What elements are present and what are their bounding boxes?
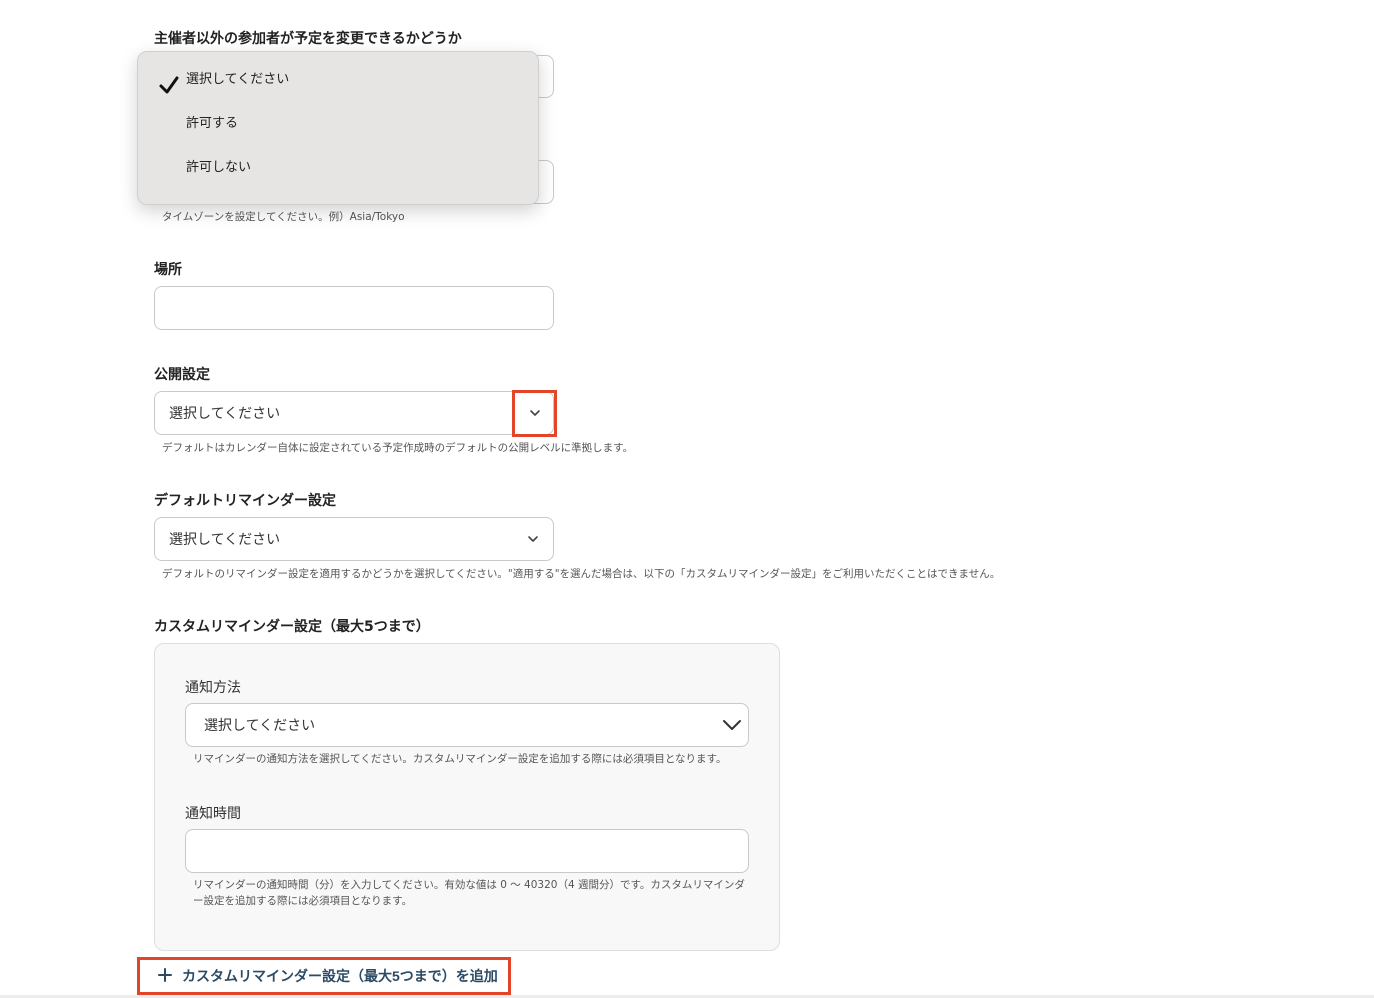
organizer-edit-dropdown-menu: 選択してください 許可する 許可しない xyxy=(137,51,539,205)
visibility-value: 選択してください xyxy=(169,406,281,422)
notify-method-select[interactable]: 選択してください xyxy=(185,703,749,747)
chevron-down-icon xyxy=(722,718,742,732)
dropdown-option-select[interactable]: 選択してください xyxy=(186,68,289,87)
notify-time-label: 通知時間 xyxy=(185,806,241,822)
notify-time-input[interactable] xyxy=(185,829,749,873)
chevron-down-icon xyxy=(527,533,539,545)
location-input[interactable] xyxy=(154,286,554,330)
add-custom-reminder-button[interactable]: カスタムリマインダー設定（最大5つまで）を追加 xyxy=(137,957,511,995)
visibility-help: デフォルトはカレンダー自体に設定されている予定作成時のデフォルトの公開レベルに準… xyxy=(162,442,634,454)
default-reminder-label: デフォルトリマインダー設定 xyxy=(154,493,336,509)
add-custom-reminder-label: カスタムリマインダー設定（最大5つまで）を追加 xyxy=(182,968,498,984)
dropdown-option-deny[interactable]: 許可しない xyxy=(186,156,251,175)
notify-method-label: 通知方法 xyxy=(185,680,241,696)
default-reminder-select[interactable]: 選択してください xyxy=(154,517,554,561)
organizer-edit-label: 主催者以外の参加者が予定を変更できるかどうか xyxy=(154,31,462,47)
check-icon xyxy=(158,74,180,100)
custom-reminder-card: 通知方法 選択してください リマインダーの通知方法を選択してください。カスタムリ… xyxy=(154,643,780,951)
notify-method-value: 選択してください xyxy=(204,718,316,734)
default-reminder-help: デフォルトのリマインダー設定を適用するかどうかを選択してください。"適用する"を… xyxy=(162,568,1001,580)
highlight-box xyxy=(512,390,557,437)
custom-reminder-label: カスタムリマインダー設定（最大5つまで） xyxy=(154,619,430,635)
location-label: 場所 xyxy=(154,262,182,278)
settings-form: 主催者以外の参加者が予定を変更できるかどうか タイムゾーンを設定してください。例… xyxy=(0,0,1374,998)
notify-time-help: リマインダーの通知時間（分）を入力してください。有効な値は 0 〜 40320（… xyxy=(193,879,745,907)
visibility-select[interactable]: 選択してください xyxy=(154,391,554,435)
visibility-label: 公開設定 xyxy=(154,367,210,383)
default-reminder-value: 選択してください xyxy=(169,532,281,548)
dropdown-option-allow[interactable]: 許可する xyxy=(186,112,238,131)
notify-method-help: リマインダーの通知方法を選択してください。カスタムリマインダー設定を追加する際に… xyxy=(193,753,727,765)
plus-icon xyxy=(158,967,172,985)
timezone-help: タイムゾーンを設定してください。例）Asia/Tokyo xyxy=(162,211,405,223)
